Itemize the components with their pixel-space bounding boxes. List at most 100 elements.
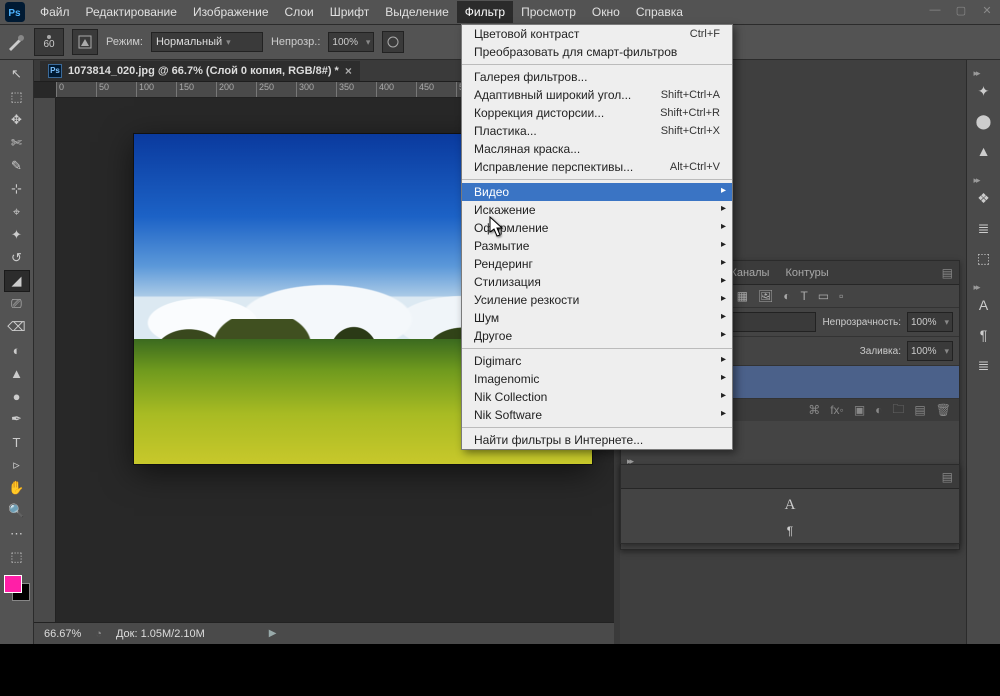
filter-adjust-icon[interactable]: ◐ xyxy=(783,289,790,303)
panel-menu-icon[interactable]: ▤ xyxy=(936,466,959,488)
dock-expand-arrows[interactable]: ▸▸ xyxy=(974,175,994,186)
tool-19[interactable]: 🔍 xyxy=(4,500,30,522)
tool-11[interactable]: ⌫ xyxy=(4,316,30,338)
layer-fx-icon[interactable]: fx◦ xyxy=(830,403,844,417)
character-icon[interactable]: A xyxy=(785,497,796,514)
menu-item[interactable]: Digimarc xyxy=(462,352,732,370)
filter-type-icon[interactable]: T xyxy=(800,289,807,303)
tool-1[interactable]: ⬚ xyxy=(4,86,30,108)
maximize-button[interactable]: ▢ xyxy=(954,4,968,17)
tool-14[interactable]: ● xyxy=(4,385,30,407)
layer-mask-icon[interactable]: ▣ xyxy=(854,403,865,417)
menu-item[interactable]: Оформление xyxy=(462,219,732,237)
tool-20[interactable]: ⋯ xyxy=(4,523,30,545)
brush-preset-picker[interactable]: 60 xyxy=(34,28,64,56)
menu-item[interactable]: Усиление резкости xyxy=(462,291,732,309)
tool-15[interactable]: ✒ xyxy=(4,408,30,430)
delete-layer-icon[interactable]: 🗑 xyxy=(936,403,951,417)
dock-icon[interactable]: ✦ xyxy=(974,81,994,101)
filter-shape-icon[interactable]: ▭ xyxy=(818,289,829,303)
tool-2[interactable]: ✥ xyxy=(4,109,30,131)
tool-17[interactable]: ▹ xyxy=(4,454,30,476)
menu-item[interactable]: Nik Software xyxy=(462,406,732,424)
tool-9[interactable]: ◢ xyxy=(4,270,30,292)
layer-fill-input[interactable]: 100%▾ xyxy=(907,341,953,361)
blend-mode-dropdown[interactable]: Нормальный▾ xyxy=(151,32,263,52)
tool-12[interactable]: ◐ xyxy=(4,339,30,361)
menu-item[interactable]: Искажение xyxy=(462,201,732,219)
tool-8[interactable]: ↺ xyxy=(4,247,30,269)
menu-item[interactable]: Nik Collection xyxy=(462,388,732,406)
filter-pixel-icon[interactable]: 🖼 xyxy=(758,289,773,303)
tab-close-button[interactable]: × xyxy=(345,64,352,78)
menu-окно[interactable]: Окно xyxy=(584,1,628,23)
tool-7[interactable]: ✦ xyxy=(4,224,30,246)
dock-icon[interactable]: ¶ xyxy=(974,325,994,345)
panel-tab-контуры[interactable]: Контуры xyxy=(777,262,836,284)
menu-изображение[interactable]: Изображение xyxy=(185,1,277,23)
dock-expand-arrows[interactable]: ▸▸ xyxy=(974,68,994,79)
tool-5[interactable]: ⊹ xyxy=(4,178,30,200)
brush-panel-toggle[interactable] xyxy=(72,29,98,55)
pressure-opacity-toggle[interactable] xyxy=(382,31,404,53)
adjustment-layer-icon[interactable]: ◐ xyxy=(875,403,882,417)
zoom-level[interactable]: 66.67% xyxy=(44,628,81,640)
dock-icon[interactable]: ⬤ xyxy=(974,111,994,131)
tool-10[interactable]: ⎚ xyxy=(4,293,30,315)
filter-kind-icon[interactable]: ▦ xyxy=(737,289,748,303)
dock-icon[interactable]: ❖ xyxy=(974,188,994,208)
tool-0[interactable]: ↖ xyxy=(4,63,30,85)
menu-item[interactable]: Найти фильтры в Интернете... xyxy=(462,431,732,449)
panel-collapse-arrows[interactable]: ▸▸ xyxy=(627,456,632,467)
tool-3[interactable]: ✄ xyxy=(4,132,30,154)
tool-13[interactable]: ▲ xyxy=(4,362,30,384)
menu-item[interactable]: Стилизация xyxy=(462,273,732,291)
paragraph-icon[interactable]: ¶ xyxy=(787,524,793,538)
color-swatches[interactable] xyxy=(4,575,30,601)
minimize-button[interactable]: — xyxy=(928,4,942,17)
document-tab[interactable]: Ps 1073814_020.jpg @ 66.7% (Слой 0 копия… xyxy=(40,61,360,81)
dock-icon[interactable]: ⬚ xyxy=(974,248,994,268)
menu-item[interactable]: Другое xyxy=(462,327,732,345)
menu-item[interactable]: Адаптивный широкий угол...Shift+Ctrl+A xyxy=(462,86,732,104)
menu-item[interactable]: Исправление перспективы...Alt+Ctrl+V xyxy=(462,158,732,176)
close-button[interactable]: ✕ xyxy=(980,4,994,17)
menu-файл[interactable]: Файл xyxy=(32,1,78,23)
menu-item[interactable]: Видео xyxy=(462,183,732,201)
panel-menu-icon[interactable]: ▤ xyxy=(936,262,959,284)
link-layers-icon[interactable]: ⌘ xyxy=(808,403,820,417)
menu-просмотр[interactable]: Просмотр xyxy=(513,1,584,23)
menu-слои[interactable]: Слои xyxy=(277,1,322,23)
tool-16[interactable]: T xyxy=(4,431,30,453)
menu-item[interactable]: Масляная краска... xyxy=(462,140,732,158)
filter-smart-icon[interactable]: ▫ xyxy=(839,289,843,303)
layer-opacity-input[interactable]: 100%▾ xyxy=(907,312,953,332)
timeline-icon[interactable]: ◔ xyxy=(95,628,102,640)
menu-item[interactable]: Преобразовать для смарт-фильтров xyxy=(462,43,732,61)
dock-expand-arrows[interactable]: ▸▸ xyxy=(974,282,994,293)
group-icon[interactable]: 🗀 xyxy=(892,400,904,421)
tool-18[interactable]: ✋ xyxy=(4,477,30,499)
menu-item[interactable]: Шум xyxy=(462,309,732,327)
dock-icon[interactable]: ≣ xyxy=(974,218,994,238)
dock-icon[interactable]: ▲ xyxy=(974,141,994,161)
menu-item[interactable]: Рендеринг xyxy=(462,255,732,273)
menu-шрифт[interactable]: Шрифт xyxy=(322,1,377,23)
menu-выделение[interactable]: Выделение xyxy=(377,1,457,23)
new-layer-icon[interactable]: ▤ xyxy=(914,403,925,417)
menu-фильтр[interactable]: Фильтр xyxy=(457,1,513,23)
menu-item[interactable]: Галерея фильтров... xyxy=(462,68,732,86)
opacity-input[interactable]: 100%▾ xyxy=(328,32,374,52)
menu-редактирование[interactable]: Редактирование xyxy=(78,1,185,23)
menu-item[interactable]: Imagenomic xyxy=(462,370,732,388)
tool-4[interactable]: ✎ xyxy=(4,155,30,177)
status-arrow[interactable]: ▶ xyxy=(269,628,277,639)
menu-item[interactable]: Цветовой контрастCtrl+F xyxy=(462,25,732,43)
menu-item[interactable]: Размытие xyxy=(462,237,732,255)
dock-icon[interactable]: A xyxy=(974,295,994,315)
menu-справка[interactable]: Справка xyxy=(628,1,691,23)
dock-icon[interactable]: ≣ xyxy=(974,355,994,375)
tool-21[interactable]: ⬚ xyxy=(4,546,30,568)
tool-6[interactable]: ⌖ xyxy=(4,201,30,223)
menu-item[interactable]: Пластика...Shift+Ctrl+X xyxy=(462,122,732,140)
